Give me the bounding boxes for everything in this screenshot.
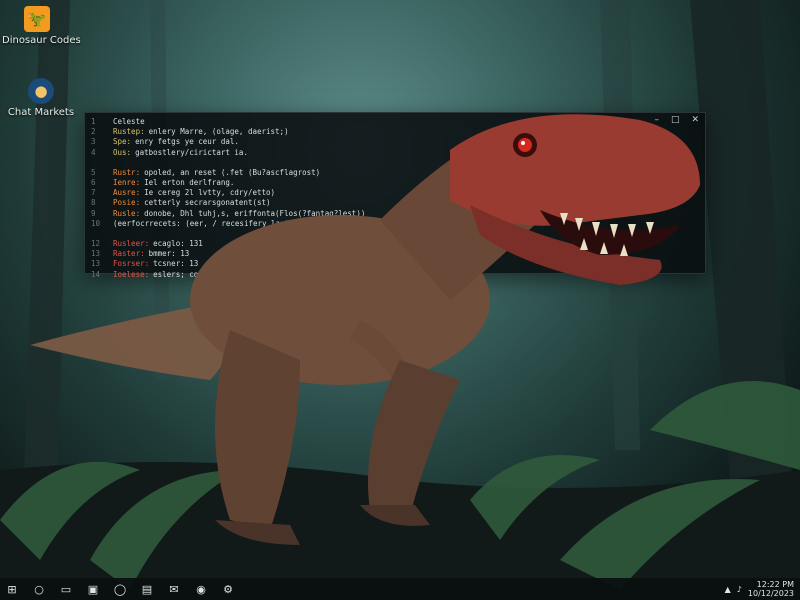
line-number: 10 xyxy=(91,218,101,228)
desktop-icon-label: Chat Markets xyxy=(7,107,75,118)
opera-button[interactable]: ◯ xyxy=(108,578,132,600)
code-line: 9 Rusle: donobe, Dhl tuhj,s, eriffonta(Flo… xyxy=(91,209,695,219)
code-keyword: Rustep: xyxy=(113,127,145,137)
clock-date: 10/12/2023 xyxy=(747,589,794,598)
search-button[interactable]: ○ xyxy=(27,578,51,600)
code-line: 1 Celeste xyxy=(91,117,695,127)
start-button[interactable]: ⊞ xyxy=(0,578,24,600)
code-text: Ie cereg 2l lvtty, cdry/etto) xyxy=(144,188,276,198)
desktop-icon-dinosaur-codes[interactable]: 🦖 Dinosaur Codes xyxy=(2,6,81,46)
code-line: 14 Ioelese: eslers; colterf/effects) xyxy=(91,270,695,280)
code-line: 12 Rusleer: ecaglo: 131 xyxy=(91,239,695,249)
line-number: 7 xyxy=(91,188,96,198)
code-text: enlery Marre, (olage, daerist;) xyxy=(148,127,289,137)
code-text: eslers; colterf/effects) xyxy=(153,269,262,279)
clock-time: 12:22 PM xyxy=(756,580,794,589)
line-number: 4 xyxy=(91,147,96,157)
code-text: donobe, Dhl tuhj,s, eriffonta(Flos(?fant… xyxy=(144,208,366,218)
code-editor-area[interactable]: 1 Celeste 2 Rustep: enlery Marre, (olage, da… xyxy=(91,117,695,280)
line-number: 14 xyxy=(91,269,101,279)
file-explorer-button[interactable]: ▭ xyxy=(54,578,78,600)
volume-icon[interactable]: ♪ xyxy=(737,585,742,594)
terminal-window[interactable]: – □ ✕ 1 Celeste 2 Rustep: enlery Marre, (ola… xyxy=(84,112,706,279)
code-text: gatbostlery/cirictart ia. xyxy=(135,147,248,157)
code-line: 6 Ienre: Iel erton derlfrang. xyxy=(91,178,695,188)
line-number: 1 xyxy=(91,117,96,126)
line-number: 13 xyxy=(91,259,101,269)
line-number: 9 xyxy=(91,208,96,218)
code-keyword: Spe: xyxy=(113,137,132,147)
code-line: 10 (eerfocrrecets: (eer, / recesifery lao… xyxy=(91,219,695,229)
chrome-button[interactable]: ◉ xyxy=(189,578,213,600)
line-number: 6 xyxy=(91,178,96,188)
code-keyword: Rustr: xyxy=(113,167,141,177)
start-icon: ⊞ xyxy=(7,582,17,596)
code-text: Iel erton derlfrang. xyxy=(144,178,235,188)
opera-icon: ◯ xyxy=(113,582,127,596)
mail-icon: ✉ xyxy=(169,582,179,596)
search-icon: ○ xyxy=(34,582,44,596)
code-text: cetterly secrarsgonatent(st) xyxy=(144,198,271,208)
terminal-button[interactable]: ▤ xyxy=(135,578,159,600)
line-number: 2 xyxy=(91,127,96,137)
code-text: tcsner: 13 xyxy=(153,259,199,269)
clock[interactable]: 12:22 PM 10/12/2023 xyxy=(748,580,794,598)
chat-app-icon: ● xyxy=(28,78,54,104)
code-text: bmmer: 13 xyxy=(148,249,190,259)
desktop-wallpaper xyxy=(0,0,800,600)
code-line: 7 Ausre: Ie cereg 2l lvtty, cdry/etto) xyxy=(91,188,695,198)
terminal-icon: ▤ xyxy=(141,582,153,596)
code-keyword: Rusleer: xyxy=(113,239,150,249)
code-keyword: Posie: xyxy=(113,198,141,208)
code-keyword: Raster: xyxy=(113,249,145,259)
code-text: (eerfocrrecets: (eer, / recesifery laot)… xyxy=(113,218,303,228)
file-explorer-icon: ▭ xyxy=(60,582,72,596)
line-number: 13 xyxy=(91,249,101,259)
store-button[interactable]: ▣ xyxy=(81,578,105,600)
dinosaur-app-icon: 🦖 xyxy=(24,6,50,32)
system-tray[interactable]: ▲ ♪ 12:22 PM 10/12/2023 xyxy=(725,580,800,598)
code-text: Celeste xyxy=(113,117,145,126)
line-number: 5 xyxy=(91,167,96,177)
code-line: 3 Spe: enry fetgs ye ceur dal. xyxy=(91,137,695,147)
code-keyword: Ienre: xyxy=(113,178,141,188)
forest-background xyxy=(0,0,800,600)
store-icon: ▣ xyxy=(87,582,99,596)
code-line: 13 Raster: bmmer: 13 xyxy=(91,249,695,259)
code-line: 13 Fosrser: tcsner: 13 xyxy=(91,259,695,269)
code-keyword: Fosrser: xyxy=(113,259,150,269)
line-number: 12 xyxy=(91,239,101,249)
code-keyword: Rusle: xyxy=(113,208,141,218)
code-keyword: Ous: xyxy=(113,147,132,157)
code-line: 4 Ous: gatbostlery/cirictart ia. xyxy=(91,148,695,158)
settings-icon: ⚙ xyxy=(223,582,233,596)
desktop-icon-chat-markets[interactable]: ● Chat Markets xyxy=(6,78,76,118)
taskbar: ⊞ ○ ▭ ▣ ◯ ▤ ✉ ◉ ⚙ ▲ ♪ 12:22 PM 10/12/2023 xyxy=(0,578,800,600)
network-icon[interactable]: ▲ xyxy=(725,585,731,594)
code-line: 5 Rustr: opoled, an reset (.fet (Bu?ascfla… xyxy=(91,168,695,178)
code-text: opoled, an reset (.fet (Bu?ascflagrost) xyxy=(144,167,321,177)
chrome-icon: ◉ xyxy=(196,582,206,596)
code-text: ecaglo: 131 xyxy=(153,239,203,249)
desktop-icon-label: Dinosaur Codes xyxy=(2,35,81,46)
mail-button[interactable]: ✉ xyxy=(162,578,186,600)
settings-button[interactable]: ⚙ xyxy=(216,578,240,600)
code-line: 8 Posie: cetterly secrarsgonatent(st) xyxy=(91,198,695,208)
line-number: 8 xyxy=(91,198,96,208)
code-keyword: Ioelese: xyxy=(113,269,150,279)
code-line: 2 Rustep: enlery Marre, (olage, daerist;) xyxy=(91,127,695,137)
code-keyword: Ausre: xyxy=(113,188,141,198)
line-number: 3 xyxy=(91,137,96,147)
code-text: enry fetgs ye ceur dal. xyxy=(135,137,239,147)
